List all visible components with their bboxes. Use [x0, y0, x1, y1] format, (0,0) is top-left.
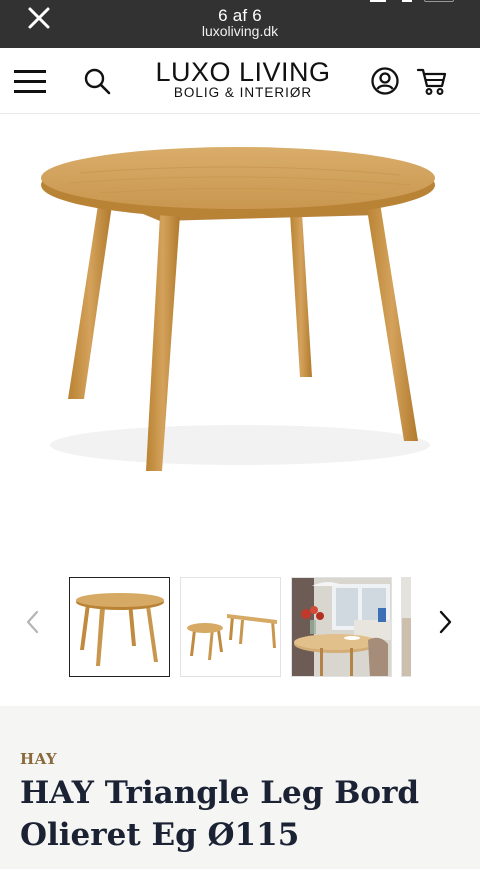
account-icon	[371, 67, 399, 95]
chevron-left-icon	[26, 610, 39, 634]
chevron-right-icon	[439, 610, 452, 634]
search-icon	[84, 68, 111, 95]
thumbnail-dining-scene-image	[292, 578, 391, 676]
logo-main-text: LUXO LIVING	[155, 57, 331, 87]
previous-image-button[interactable]	[22, 608, 44, 636]
product-title: HAY Triangle Leg Bord Olieret Eg Ø115	[20, 775, 420, 853]
thumbnail-1[interactable]	[69, 577, 170, 677]
thumbnail-4-partial[interactable]	[401, 577, 411, 677]
search-button[interactable]	[82, 66, 112, 96]
site-header: LUXO LIVING BOLIG & INTERIØR	[0, 48, 480, 114]
signal-icon	[370, 0, 386, 2]
product-info: HAY HAY Triangle Leg Bord Olieret Eg Ø11…	[0, 706, 480, 869]
site-logo[interactable]: LUXO LIVING BOLIG & INTERIØR	[148, 58, 338, 100]
menu-icon	[14, 70, 46, 73]
page-domain: luxoliving.dk	[201, 23, 279, 39]
image-thumbnails	[0, 570, 480, 682]
thumbnail-partial-image	[402, 578, 411, 676]
thumbnail-table-bench-image	[187, 614, 277, 660]
thumbnail-3[interactable]	[291, 577, 392, 677]
battery-icon	[424, 0, 454, 2]
account-button[interactable]	[370, 66, 400, 96]
wifi-icon	[402, 0, 412, 2]
thumbnail-2[interactable]	[180, 577, 281, 677]
thumbnail-table-image	[76, 593, 164, 666]
product-brand[interactable]: HAY	[20, 750, 57, 768]
product-main-image[interactable]	[0, 115, 480, 555]
menu-button[interactable]	[14, 68, 46, 94]
next-image-button[interactable]	[434, 608, 456, 636]
logo-sub-text: BOLIG & INTERIØR	[173, 85, 313, 100]
browser-top-bar: 6 af 6 luxoliving.dk	[0, 0, 480, 48]
cart-icon	[416, 68, 447, 95]
cart-button[interactable]	[416, 65, 448, 97]
